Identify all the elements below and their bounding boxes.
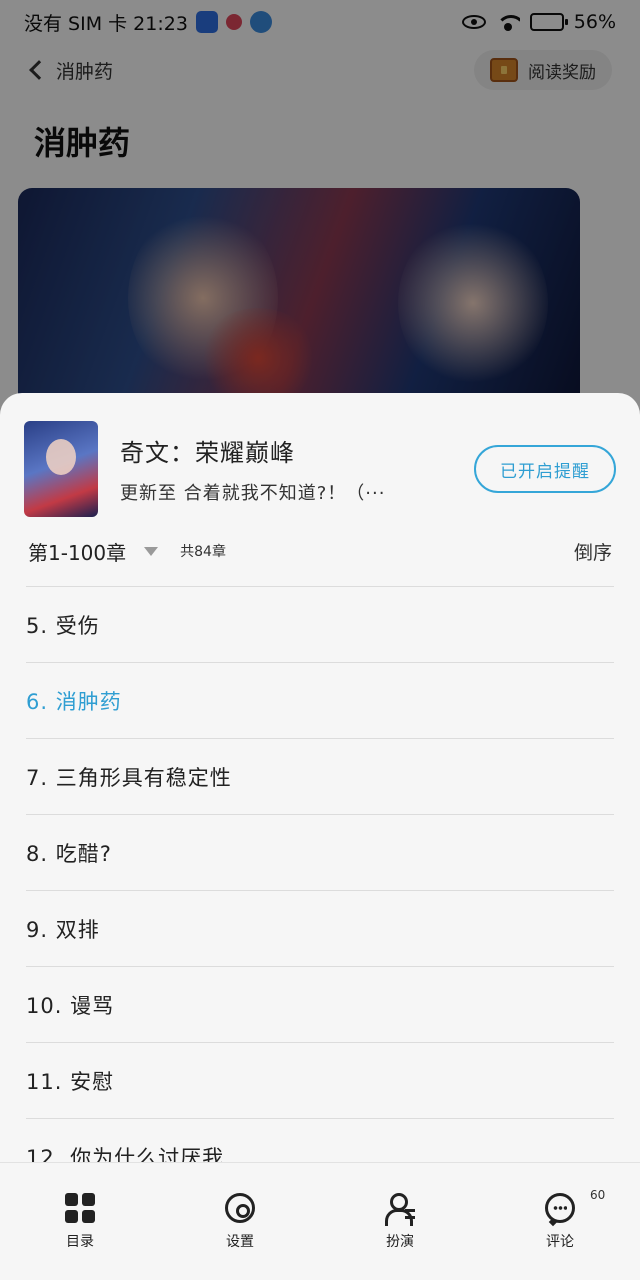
book-cover-thumbnail xyxy=(24,421,98,517)
chapter-list: 5. 受伤 6. 消肿药 7. 三角形具有稳定性 8. 吃醋? 9. 双排 10. 谩骂 1… xyxy=(26,586,614,1194)
chapter-item[interactable]: 5. 受伤 xyxy=(26,586,614,662)
book-header: 奇文：荣耀巅峰 更新至 合着就我不知道?！（··· 已开启提醒 xyxy=(24,421,616,517)
chapter-item[interactable]: 11. 安慰 xyxy=(26,1042,614,1118)
total-chapter-count: 共84章 xyxy=(180,544,226,560)
roleplay-person-icon xyxy=(385,1193,415,1226)
gear-icon xyxy=(225,1193,255,1223)
tab-catalog-label: 目录 xyxy=(66,1234,94,1250)
comment-icon xyxy=(545,1193,575,1223)
chapter-range-select[interactable]: 第1-100章 xyxy=(28,537,126,566)
chapter-item[interactable]: 7. 三角形具有稳定性 xyxy=(26,738,614,814)
tab-comments[interactable]: 评论 xyxy=(480,1163,640,1280)
tab-settings-label: 设置 xyxy=(226,1234,254,1250)
book-title: 奇文：荣耀巅峰 xyxy=(120,439,295,467)
tab-comments-label: 评论 xyxy=(546,1234,574,1250)
catalog-sheet: 奇文：荣耀巅峰 更新至 合着就我不知道?！（··· 已开启提醒 第1-100章 … xyxy=(0,393,640,1280)
book-update-status: 更新至 合着就我不知道?！（··· xyxy=(120,483,386,504)
chapter-item[interactable]: 8. 吃醋? xyxy=(26,814,614,890)
update-reminder-button[interactable]: 已开启提醒 xyxy=(474,445,616,493)
catalog-grid-icon xyxy=(65,1193,95,1223)
tab-roleplay-label: 扮演 xyxy=(386,1234,414,1250)
chapter-range-row: 第1-100章 共84章 倒序 xyxy=(28,533,612,569)
chapter-item[interactable]: 6. 消肿药 xyxy=(26,662,614,738)
bottom-nav: 目录 设置 扮演 评论 xyxy=(0,1162,640,1280)
dropdown-triangle-icon[interactable] xyxy=(144,546,159,556)
tab-catalog[interactable]: 目录 xyxy=(0,1163,160,1280)
chapter-item[interactable]: 10. 谩骂 xyxy=(26,966,614,1042)
chapter-item[interactable]: 9. 双排 xyxy=(26,890,614,966)
tab-roleplay[interactable]: 扮演 xyxy=(320,1163,480,1280)
reverse-order-button[interactable]: 倒序 xyxy=(574,538,612,565)
comment-count-badge: 60 xyxy=(590,1188,606,1202)
tab-settings[interactable]: 设置 xyxy=(160,1163,320,1280)
